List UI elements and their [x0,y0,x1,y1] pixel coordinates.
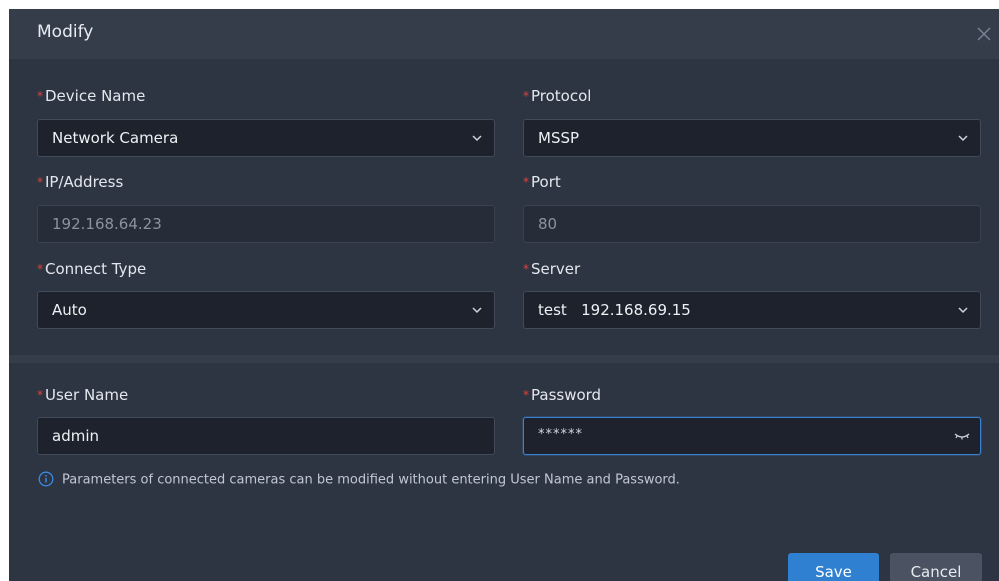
user-name-input[interactable]: admin [37,417,495,455]
server-label: * Server [523,260,581,278]
device-name-label: * Device Name [37,87,146,105]
password-value: ****** [538,427,583,442]
protocol-label: * Protocol [523,87,592,105]
server-select[interactable]: test 192.168.69.15 [523,291,981,329]
hint-message: Parameters of connected cameras can be m… [38,471,680,488]
connect-type-label: * Connect Type [37,260,147,278]
modify-dialog: Modify * Device Name Network Camera * Prot… [9,9,999,581]
protocol-value: MSSP [538,129,580,147]
required-marker: * [523,262,529,276]
required-marker: * [37,89,43,103]
ip-address-label: * IP/Address [37,173,124,191]
user-name-value: admin [52,427,99,445]
connect-type-select[interactable]: Auto [37,291,495,329]
required-marker: * [523,175,529,189]
chevron-down-icon [472,135,482,142]
server-value: test 192.168.69.15 [538,301,691,319]
save-button[interactable]: Save [788,553,879,581]
port-value: 80 [538,215,558,233]
chevron-down-icon [958,307,968,314]
connect-type-value: Auto [52,301,87,319]
section-divider [9,355,999,363]
ip-address-value: 192.168.64.23 [52,215,162,233]
eye-closed-icon[interactable] [952,429,972,443]
password-input[interactable]: ****** [523,417,981,455]
device-name-select[interactable]: Network Camera [37,119,495,157]
cancel-button[interactable]: Cancel [890,553,982,581]
device-name-value: Network Camera [52,129,179,147]
protocol-select[interactable]: MSSP [523,119,981,157]
info-icon [38,471,54,487]
port-label: * Port [523,173,561,191]
chevron-down-icon [958,135,968,142]
required-marker: * [523,89,529,103]
required-marker: * [37,175,43,189]
password-label: * Password [523,386,602,404]
user-name-label: * User Name [37,386,129,404]
required-marker: * [37,388,43,402]
required-marker: * [37,262,43,276]
dialog-titlebar: Modify [9,9,999,59]
required-marker: * [523,388,529,402]
port-field: 80 [523,205,981,243]
chevron-down-icon [472,307,482,314]
dialog-title: Modify [37,22,94,42]
ip-address-field: 192.168.64.23 [37,205,495,243]
close-icon[interactable] [973,23,995,45]
hint-text: Parameters of connected cameras can be m… [62,472,680,488]
